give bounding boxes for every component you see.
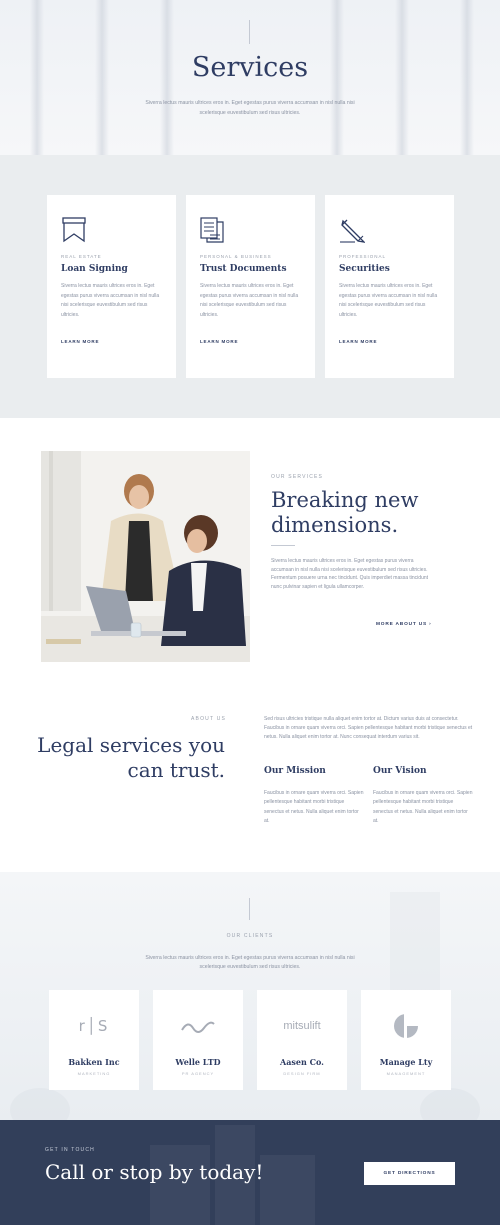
clients-divider xyxy=(249,898,250,920)
client-name: Aasen Co. xyxy=(280,1057,324,1067)
mitsulift-logo: mitsulift xyxy=(283,1020,321,1032)
bakken-logo: r│S xyxy=(78,1017,110,1035)
feature-divider xyxy=(271,545,295,546)
mission-title: Our Mission xyxy=(264,766,326,776)
client-category: MARKETING xyxy=(77,1071,111,1076)
get-directions-button[interactable]: GET DIRECTIONS xyxy=(364,1162,455,1185)
building-decor xyxy=(260,1155,315,1225)
vision-text: Faucibus in ornare quam viverra orci. Sa… xyxy=(373,790,473,825)
client-card-manage: Manage Lty MANAGEMENT xyxy=(361,990,451,1090)
hero-section: Services Siverra lectus mauris ultrices … xyxy=(0,0,500,155)
service-title: Loan Signing xyxy=(61,264,128,274)
pencil-icon xyxy=(340,219,365,243)
client-category: PR AGENCY xyxy=(181,1071,215,1076)
welle-wave-logo xyxy=(153,1014,243,1038)
service-card-trust-documents: Personal & Business Trust Documents Sive… xyxy=(186,195,315,378)
clients-eyebrow: OUR CLIENTS xyxy=(226,933,274,939)
service-description: Siverra lectus mauris ultrices eros in. … xyxy=(339,283,438,318)
clients-description: Siverra lectus mauris ultrices eros in. … xyxy=(145,955,355,971)
client-name: Bakken Inc xyxy=(68,1057,120,1067)
feature-title: Breaking new dimensions. xyxy=(271,488,419,537)
feature-description: Siverra lectus mauris ultrices eros in. … xyxy=(271,558,429,590)
mission-text: Faucibus in ornare quam viverra orci. Sa… xyxy=(264,790,364,825)
client-category: DESIGN FIRM xyxy=(283,1071,321,1076)
client-card-welle: Welle LTD PR AGENCY xyxy=(153,990,243,1090)
contact-title: Call or stop by today! xyxy=(45,1160,264,1184)
learn-more-link[interactable]: LEARN MORE xyxy=(339,339,377,344)
building-decor xyxy=(150,1145,210,1225)
learn-more-link[interactable]: LEARN MORE xyxy=(61,339,99,344)
documents-icon xyxy=(200,217,224,243)
client-name: Manage Lty xyxy=(379,1057,433,1067)
service-description: Siverra lectus mauris ultrices eros in. … xyxy=(61,283,160,318)
client-category: MANAGEMENT xyxy=(386,1071,426,1076)
service-title: Trust Documents xyxy=(200,264,287,274)
more-about-us-link[interactable]: MORE ABOUT US › xyxy=(376,622,432,627)
service-tag: Professional xyxy=(339,254,387,259)
about-eyebrow: ABOUT US xyxy=(191,716,227,722)
contact-eyebrow: GET IN TOUCH xyxy=(45,1147,95,1153)
service-title: Securities xyxy=(339,264,390,274)
client-card-aasen: mitsulift Aasen Co. DESIGN FIRM xyxy=(257,990,347,1090)
manage-logo xyxy=(361,1014,451,1038)
page-title: Services xyxy=(191,52,309,83)
service-tag: Real Estate xyxy=(61,254,102,259)
vision-title: Our Vision xyxy=(373,766,427,776)
office-photo xyxy=(41,451,250,662)
about-intro: Sed risus ultricies tristique nulla aliq… xyxy=(264,716,473,741)
client-card-bakken: r│S Bakken Inc MARKETING xyxy=(49,990,139,1090)
client-name: Welle LTD xyxy=(175,1057,221,1067)
feature-eyebrow: OUR SERVICES xyxy=(271,474,324,480)
learn-more-link[interactable]: LEARN MORE xyxy=(200,339,238,344)
about-title: Legal services you can trust. xyxy=(37,733,225,782)
service-card-loan-signing: Real Estate Loan Signing Siverra lectus … xyxy=(47,195,176,378)
service-card-securities: Professional Securities Siverra lectus m… xyxy=(325,195,454,378)
hero-description: Siverra lectus mauris ultrices eros in. … xyxy=(145,100,355,116)
service-description: Siverra lectus mauris ultrices eros in. … xyxy=(200,283,299,318)
hero-divider xyxy=(249,20,250,44)
service-tag: Personal & Business xyxy=(200,254,272,259)
bookmark-ribbon-icon xyxy=(62,217,86,243)
